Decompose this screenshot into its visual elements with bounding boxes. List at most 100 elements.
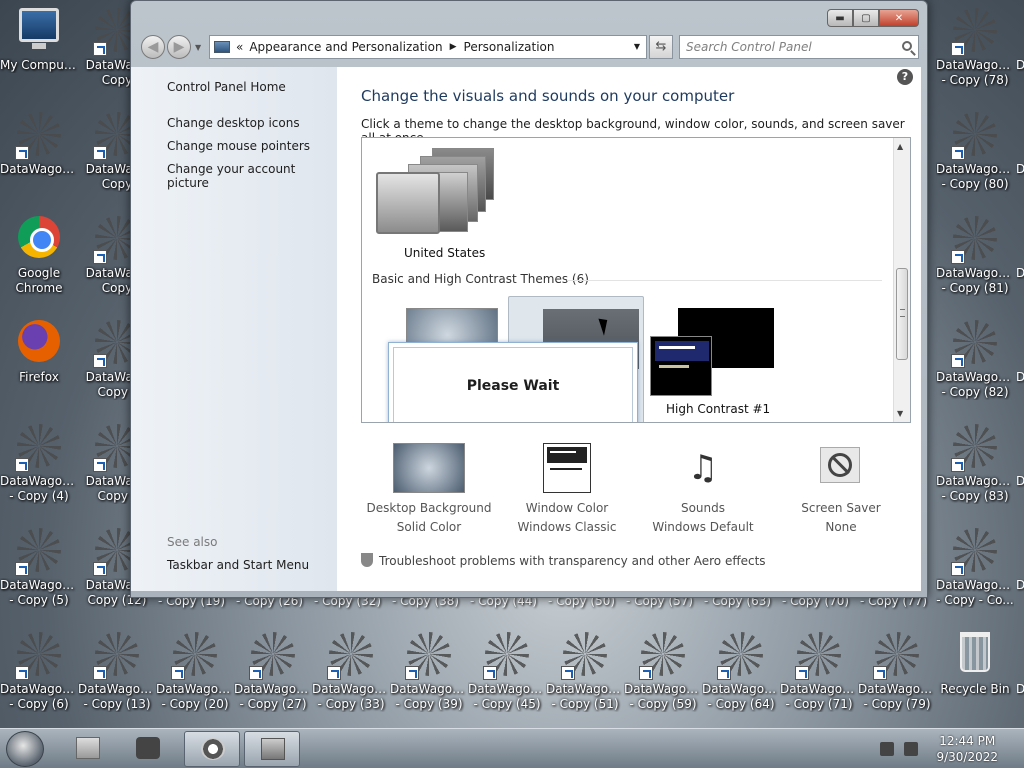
desktop-icon-datawagon-copy-71[interactable]: DataWagon... - Copy (71) [780, 628, 858, 724]
desktop-icon-datawagon-copy-39[interactable]: DataWagon... - Copy (39) [390, 628, 468, 724]
shortcut-arrow-icon [93, 562, 107, 576]
personalization-window: ▬ ▢ ✕ ◀ ▶ ▼ « Appearance and Personaliza… [130, 0, 928, 598]
desktop-icon-datawagon-copy-78[interactable]: DataWagon... - Copy (78) [936, 4, 1014, 100]
troubleshoot-link[interactable]: Troubleshoot problems with transparency … [361, 553, 766, 568]
scroll-down-icon[interactable]: ▼ [897, 409, 903, 418]
scroll-thumb[interactable] [896, 268, 908, 360]
sidebar-taskbar-start-menu[interactable]: Taskbar and Start Menu [167, 558, 309, 572]
desktop-icon-label: DataWagon... - Copy (82) [936, 370, 1014, 399]
desktop-icon-datawagon-copy-27[interactable]: DataWagon... - Copy (27) [234, 628, 312, 724]
desktop-icon-label: DataWagon... - Copy (20) [156, 682, 234, 711]
desktop-background-setting[interactable]: Desktop Background Solid Color [359, 443, 499, 534]
desktop-icon-datawagon-copy-20[interactable]: DataWagon... - Copy (20) [156, 628, 234, 724]
datawagon-icon [93, 632, 141, 680]
desktop-icon-label: My Computer [0, 58, 78, 72]
desktop-icon-firefox[interactable]: Firefox [0, 316, 78, 412]
sidebar-change-account-picture[interactable]: Change your account picture [167, 162, 337, 190]
refresh-button[interactable]: ⇆ [649, 35, 673, 59]
maximize-button[interactable]: ▢ [853, 9, 879, 27]
shortcut-arrow-icon [93, 146, 107, 160]
desktop-icon-google-chrome[interactable]: Google Chrome [0, 212, 78, 308]
desktop-icon-label: DataWagon... - Copy (79) [858, 682, 936, 711]
breadcrumb-appearance[interactable]: Appearance and Personalization [249, 40, 442, 54]
theme-high-contrast-1[interactable]: High Contrast #1 [648, 306, 778, 420]
sidebar-control-panel-home[interactable]: Control Panel Home [167, 80, 286, 94]
desktop-icon-datawagon-copy-33[interactable]: DataWagon... - Copy (33) [312, 628, 390, 724]
clock[interactable]: 12:44 PM 9/30/2022 [936, 733, 998, 765]
desktop-icon-datawagon-copy-64[interactable]: DataWagon... - Copy (64) [702, 628, 780, 724]
recent-pages-dropdown[interactable]: ▼ [195, 43, 201, 52]
datawagon-icon [639, 632, 687, 680]
shortcut-arrow-icon [717, 666, 731, 680]
desktop-icon-datawagon-copy-51[interactable]: DataWagon... - Copy (51) [546, 628, 624, 724]
breadcrumb-separator-icon[interactable]: ▶ [450, 42, 457, 52]
theme-united-states[interactable]: United States [372, 142, 512, 264]
taskbar-control-panel[interactable] [244, 731, 300, 767]
desktop-icon-my-computer[interactable]: My Computer [0, 4, 78, 100]
desktop-icon-label: DataWagon... - Copy (59) [624, 682, 702, 711]
clock-date: 9/30/2022 [936, 750, 998, 764]
start-button[interactable] [6, 731, 44, 767]
search-icon[interactable] [902, 41, 912, 51]
sidebar-change-mouse-pointers[interactable]: Change mouse pointers [167, 139, 310, 153]
datawagon-icon [951, 8, 999, 56]
control-panel-icon [214, 41, 230, 53]
desktop-icon-label: DataWagon... - Copy (64) [702, 682, 780, 711]
volume-icon[interactable] [904, 742, 919, 756]
shortcut-arrow-icon [951, 250, 965, 264]
main-content: ? Change the visuals and sounds on your … [337, 67, 921, 591]
desktop-icon-datawagon-copy-4[interactable]: DataWagon... - Copy (4) [0, 420, 78, 516]
minimize-button[interactable]: ▬ [827, 9, 853, 27]
datawagon-icon [483, 632, 531, 680]
desktop-icon-datawagon-copy-81[interactable]: DataWagon... - Copy (81) [936, 212, 1014, 308]
chrome-icon [15, 216, 63, 264]
desktop-icon-label: D [1016, 266, 1024, 280]
taskbar-chrome[interactable] [184, 731, 240, 767]
screen-saver-setting[interactable]: Screen Saver None [771, 443, 911, 534]
back-button[interactable]: ◀ [141, 35, 165, 59]
desktop-icon-recycle-bin[interactable]: Recycle Bin [936, 628, 1014, 724]
desktop-icon-label: DataWagon... - Copy (81) [936, 266, 1014, 295]
desktop-icon-label: D [1016, 370, 1024, 384]
datawagon-icon [15, 632, 63, 680]
breadcrumb-personalization[interactable]: Personalization [464, 40, 555, 54]
close-button[interactable]: ✕ [879, 9, 919, 27]
desktop-icon-datawagon-copy-83[interactable]: DataWagon... - Copy (83) [936, 420, 1014, 516]
clock-time: 12:44 PM [939, 734, 996, 748]
desktop-icon-datawagon-copy-82[interactable]: DataWagon... - Copy (82) [936, 316, 1014, 412]
troubleshoot-text[interactable]: Troubleshoot problems with transparency … [379, 554, 766, 568]
network-icon[interactable] [880, 742, 895, 756]
address-bar[interactable]: « Appearance and Personalization ▶ Perso… [209, 35, 647, 59]
forward-button[interactable]: ▶ [167, 35, 191, 59]
desktop-icon-datawagon-copy-13[interactable]: DataWagon... - Copy (13) [78, 628, 156, 724]
desktop-icon-datawagon-copy-79[interactable]: DataWagon... - Copy (79) [858, 628, 936, 724]
sidebar-change-desktop-icons[interactable]: Change desktop icons [167, 116, 300, 130]
desktop-icon-datawagon-copy-6[interactable]: DataWagon... - Copy (6) [0, 628, 78, 724]
desktop-icon-label: DataWagon... - Copy (78) [936, 58, 1014, 87]
themes-panel: United States Basic and High Contrast Th… [361, 137, 911, 423]
shortcut-arrow-icon [951, 562, 965, 576]
desktop-icon-datawagon[interactable]: DataWagon... [0, 108, 78, 204]
desktop-icon-datawagon-copy-45[interactable]: DataWagon... - Copy (45) [468, 628, 546, 724]
shortcut-arrow-icon [639, 666, 653, 680]
shortcut-arrow-icon [15, 458, 29, 472]
breadcrumb-prefix[interactable]: « [236, 40, 243, 54]
desktop-icon-datawagon-copy-59[interactable]: DataWagon... - Copy (59) [624, 628, 702, 724]
themes-scrollbar[interactable]: ▲ ▼ [893, 138, 910, 422]
scroll-up-icon[interactable]: ▲ [897, 142, 903, 151]
taskbar-media-player[interactable] [120, 731, 176, 767]
sounds-setting[interactable]: ♫ Sounds Windows Default [633, 443, 773, 534]
search-input[interactable]: Search Control Panel [679, 35, 919, 59]
desktop-icon-datawagon-copy-5[interactable]: DataWagon... - Copy (5) [0, 524, 78, 620]
address-dropdown-icon[interactable]: ▼ [634, 42, 640, 51]
taskbar-explorer[interactable] [60, 731, 116, 767]
desktop-icon-datawagon-copy-80[interactable]: DataWagon... - Copy (80) [936, 108, 1014, 204]
desktop-icon-datawagon-copy-co[interactable]: DataWagon... - Copy - Co... [936, 524, 1014, 620]
datawagon-icon [795, 632, 843, 680]
desktop-icon-label: DataWagon... - Copy (51) [546, 682, 624, 711]
shortcut-arrow-icon [873, 666, 887, 680]
window-color-setting[interactable]: Window Color Windows Classic [497, 443, 637, 534]
help-icon[interactable]: ? [897, 69, 913, 85]
window-color-icon [543, 443, 591, 493]
desktop-icon-label: DataWagon... - Copy (39) [390, 682, 468, 711]
